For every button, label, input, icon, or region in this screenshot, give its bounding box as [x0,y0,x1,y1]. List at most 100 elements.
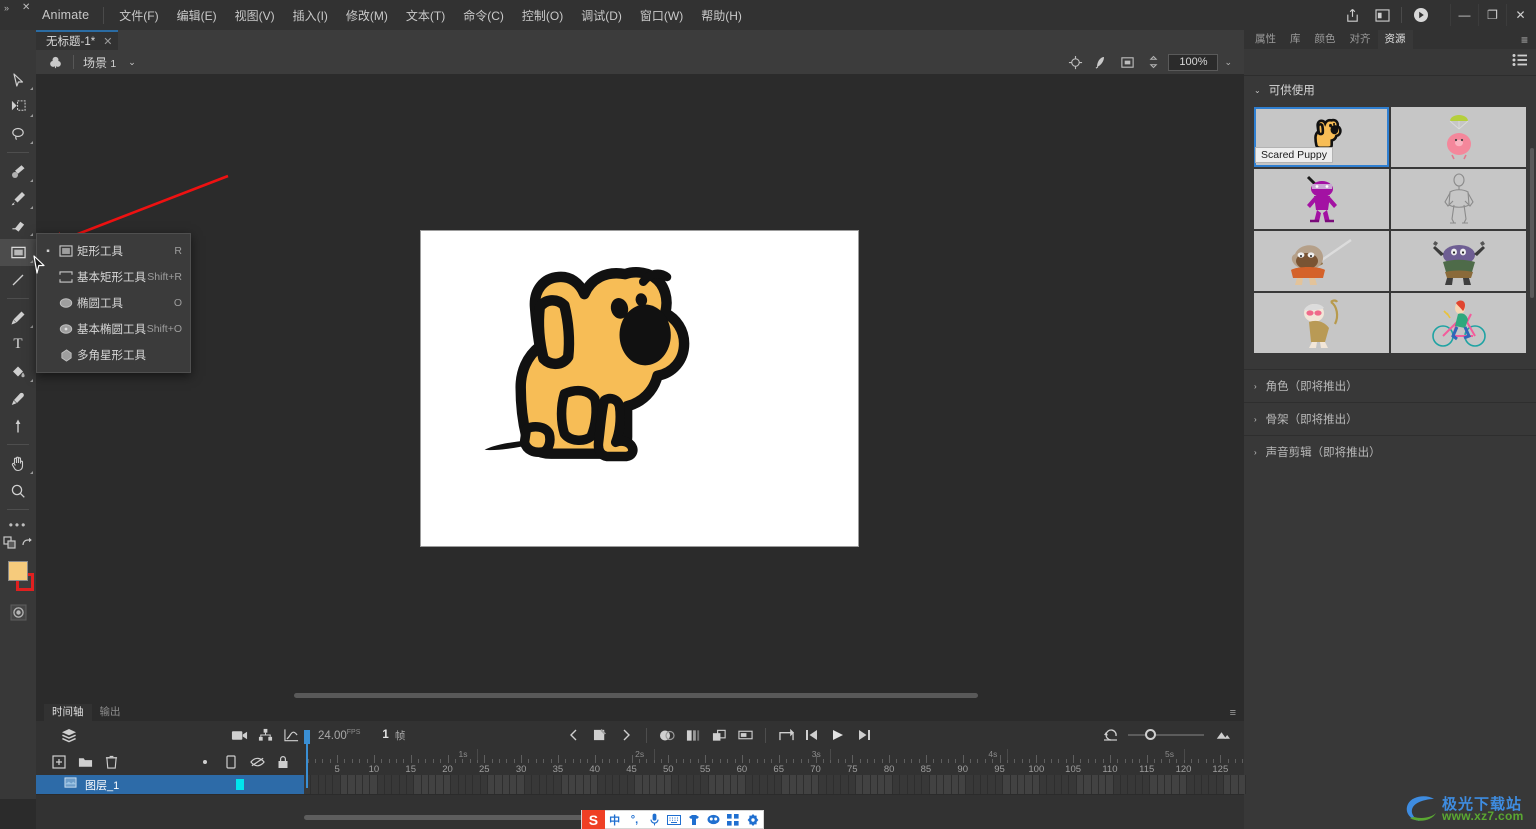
prev-keyframe-button[interactable] [561,723,587,747]
timeline-frame-cell[interactable] [1069,775,1077,794]
timeline-frame-cell[interactable] [745,775,753,794]
swap-colors-icon[interactable] [2,535,17,555]
timeline-frame-cell[interactable] [848,775,856,794]
timeline-frame-cell[interactable] [524,775,533,794]
timeline-frame-cell[interactable] [576,775,584,794]
timeline-frame-cell[interactable] [995,775,1004,794]
timeline-zoom-slider[interactable] [1128,728,1204,742]
shape-tool-dropdown[interactable]: ▪ 矩形工具 R 基本矩形工具 Shift+R 椭圆工具 O 基本椭圆工具 Sh… [36,233,191,373]
timeline-frame-cell[interactable] [458,775,466,794]
timeline-frame-cell[interactable] [863,775,871,794]
asset-item-cyclist-girl[interactable] [1391,293,1526,353]
timeline-frame-cell[interactable] [701,775,709,794]
line-tool[interactable] [0,266,36,293]
timeline-frame-cell[interactable] [951,775,960,794]
timeline-frame-cell[interactable] [1091,775,1099,794]
timeline-frame-cell[interactable] [362,775,371,794]
timeline-frame-cell[interactable] [613,775,621,794]
timeline-frame-cell[interactable] [1224,775,1232,794]
menu-control[interactable]: 控制(O) [513,3,572,28]
timeline-frame-cell[interactable] [1187,775,1195,794]
timeline-frame-cell[interactable] [892,775,901,794]
timeline-frame-cell[interactable] [465,775,474,794]
insert-keyframe-button[interactable] [587,723,613,747]
menu-view[interactable]: 视图(V) [226,3,284,28]
timeline-frame-cell[interactable] [1120,775,1129,794]
available-assets-section-header[interactable]: ⌄ 可供使用 [1244,76,1536,104]
timeline-frame-cell[interactable] [775,775,783,794]
timeline-frame-cell[interactable] [1157,775,1166,794]
timeline-frame-cell[interactable] [1098,775,1107,794]
assets-scrollbar[interactable] [1530,148,1534,298]
timeline-frame-cell[interactable] [326,775,334,794]
menu-window[interactable]: 窗口(W) [631,3,692,28]
horizontal-scrollbar[interactable] [294,693,978,698]
menu-polystar-tool[interactable]: 多角星形工具 [37,342,190,368]
panel-menu-icon[interactable]: ≡ [1521,33,1536,47]
asset-item-gun-creature[interactable] [1391,231,1526,291]
timeline-frame-cell[interactable] [1135,775,1144,794]
menu-rectangle-tool[interactable]: ▪ 矩形工具 R [37,238,190,264]
timeline-frame-cell[interactable] [936,775,945,794]
timeline-frame-cell[interactable] [1010,775,1018,794]
apps-icon[interactable] [723,810,743,829]
timeline-frame-cell[interactable] [384,775,393,794]
fps-display[interactable]: 24.00FPS [318,729,360,742]
section-characters[interactable]: › 角色（即将推出） [1244,369,1536,402]
timeline-frame-cell[interactable] [752,775,761,794]
rotate-stage-icon[interactable] [1088,51,1114,73]
modify-onion-markers-button[interactable] [732,723,758,747]
timeline-frame-cell[interactable] [510,775,518,794]
tab-color[interactable]: 颜色 [1308,30,1343,49]
lasso-tool[interactable] [0,120,36,147]
timeline-frame-cell[interactable] [355,775,363,794]
tab-properties[interactable]: 属性 [1248,30,1283,49]
layer-outline-color-swatch[interactable] [236,779,244,790]
timeline-frame-cell[interactable] [1201,775,1210,794]
timeline-frame-cell[interactable] [502,775,511,794]
timeline-frame-cell[interactable] [981,775,989,794]
fill-color-swatch[interactable] [8,561,28,581]
brush-tool[interactable] [0,185,36,212]
timeline-frame-cell[interactable] [907,775,915,794]
tab-output[interactable]: 输出 [92,704,129,721]
timeline-frame-cell[interactable] [730,775,739,794]
timeline-frame-cell[interactable] [959,775,967,794]
timeline-menu-icon[interactable]: ≡ [1230,707,1244,719]
timeline-frame-cell[interactable] [370,775,378,794]
timeline-frame-cell[interactable] [495,775,503,794]
timeline-frame-cell[interactable] [723,775,731,794]
keyboard-icon[interactable] [664,810,684,829]
center-stage-icon[interactable] [1062,51,1088,73]
timeline-frame-cell[interactable] [1062,775,1070,794]
add-layer-icon[interactable] [46,750,72,774]
menu-edit[interactable]: 编辑(E) [168,3,226,28]
timeline-frame-cell[interactable] [605,775,614,794]
asset-item-golf-grandpa[interactable] [1254,293,1389,353]
timeline-frame-cell[interactable] [414,775,422,794]
share-icon[interactable] [1337,0,1367,30]
timeline-frame-cell[interactable] [878,775,886,794]
rectangle-tool[interactable] [0,239,36,266]
minimize-button[interactable]: — [1450,4,1478,26]
timeline-frame-cell[interactable] [1194,775,1202,794]
delete-layer-icon[interactable] [98,750,124,774]
timeline-frame-cell[interactable] [1054,775,1063,794]
menu-primitive-oval-tool[interactable]: 基本椭圆工具 Shift+O [37,316,190,342]
timeline-frame-cell[interactable] [620,775,628,794]
width-tool[interactable] [0,412,36,439]
maximize-button[interactable]: ❐ [1478,4,1506,26]
sogou-logo-icon[interactable]: S [582,810,605,829]
menu-primitive-rectangle-tool[interactable]: 基本矩形工具 Shift+R [37,264,190,290]
timeline-frame-cell[interactable] [546,775,555,794]
timeline-frame-cell[interactable] [1040,775,1048,794]
more-tools-button[interactable]: ••• [0,515,36,535]
timeline-frame-cell[interactable] [900,775,908,794]
timeline-frame-cell[interactable] [480,775,488,794]
text-tool[interactable]: T [0,331,36,358]
eyedropper-tool[interactable] [0,385,36,412]
input-mode-chinese[interactable]: 中 [605,810,625,829]
asset-item-wireframe-figure[interactable] [1391,169,1526,229]
panel-close-icon[interactable]: ✕ [22,2,30,13]
menu-file[interactable]: 文件(F) [110,3,167,28]
